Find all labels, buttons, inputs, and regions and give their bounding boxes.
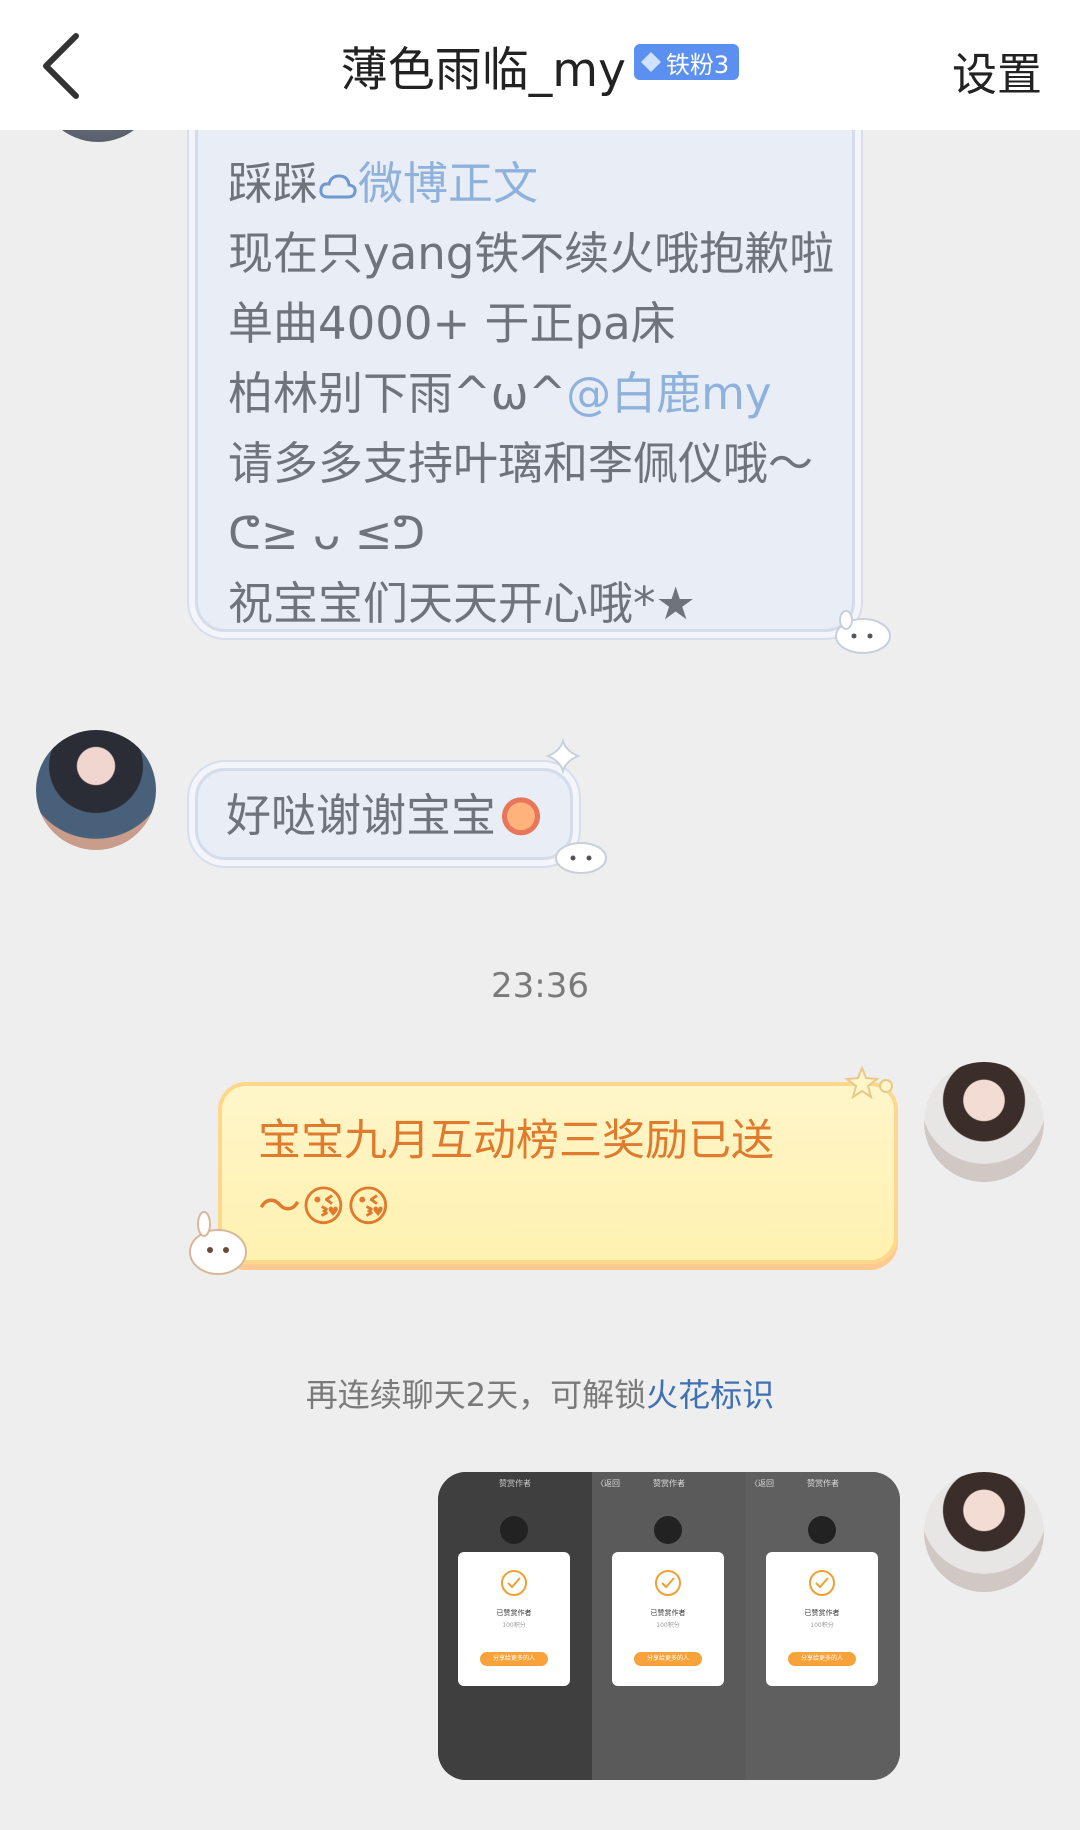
message-bubble-incoming[interactable]: 好哒谢谢宝宝 [195,768,573,860]
weibo-link-icon [319,174,357,199]
contact-avatar[interactable] [36,730,156,850]
message-text: 好哒谢谢宝宝 [226,779,570,853]
screenshot-panel: 〈返回 赞赏作者 已赞赏作者 100积分 分享给更多的人 [592,1472,746,1780]
system-hint: 再连续聊天2天，可解锁火花标识 [0,1370,1080,1416]
panel-avatar [654,1516,682,1544]
reward-modal: 已赞赏作者 100积分 分享给更多的人 [612,1552,724,1686]
fan-level-label: 铁粉3 [665,50,730,79]
top-bar: 薄色雨临_my 铁粉3 设置 [0,0,1080,130]
message-text: ～😘😘 [258,1182,391,1232]
message-line: 请多多支持叶璃和李佩仪哦～ [228,437,814,490]
chat-title: 薄色雨临_my [340,42,626,98]
modal-button: 分享给更多的人 [788,1652,856,1666]
panel-title: 赞赏作者 [499,1479,531,1488]
spark-badge-link[interactable]: 火花标识 [646,1376,774,1414]
system-hint-text: 再连续聊天2天，可解锁 [305,1376,647,1414]
modal-title: 已赞赏作者 [804,1609,840,1617]
check-circle-icon [655,1570,681,1596]
modal-title: 已赞赏作者 [650,1609,686,1617]
check-circle-icon [501,1570,527,1596]
screenshot-panel: 〈返回 赞赏作者 已赞赏作者 100积分 分享给更多的人 [746,1472,900,1780]
modal-button: 分享给更多的人 [480,1652,548,1666]
message-bubble-incoming[interactable]: 踩踩 微博正文 现在只yang铁不续火哦抱歉啦 单曲4000+ 于正pa床 柏林别… [195,110,855,632]
back-arrow-icon[interactable] [36,30,96,102]
screenshot-panel: 赞赏作者 已赞赏作者 100积分 分享给更多的人 [438,1472,592,1780]
reward-modal: 已赞赏作者 100积分 分享给更多的人 [458,1552,570,1686]
message-text: 宝宝九月互动榜三奖励已送 [258,1116,774,1166]
image-message[interactable]: 赞赏作者 已赞赏作者 100积分 分享给更多的人 〈返回 赞赏作者 已赞赏作者 … [438,1472,900,1780]
bubble-decoration-icon [545,738,581,774]
panel-avatar [500,1516,528,1544]
bubble-decoration-icon [835,610,891,654]
message-line: 柏林别下雨^ω^@白鹿my [228,367,772,420]
message-line: 现在只yang铁不续火哦抱歉啦 [228,227,835,280]
panel-title: 赞赏作者 [653,1479,685,1488]
modal-sub: 100积分 [810,1622,834,1629]
settings-button[interactable]: 设置 [952,38,1042,103]
message-line: ᕦ≥ ᴗ ≤ᕤ [228,507,426,560]
mention-link[interactable]: @白鹿my [566,367,771,420]
reward-modal: 已赞赏作者 100积分 分享给更多的人 [766,1552,878,1686]
fan-level-badge: 铁粉3 [633,44,740,80]
bubble-decoration-icon [555,842,607,874]
panel-title: 赞赏作者 [807,1479,839,1488]
my-avatar[interactable] [924,1472,1044,1592]
my-avatar[interactable] [924,1062,1044,1182]
emoji-sticker [498,791,545,837]
panel-avatar [808,1516,836,1544]
bubble-decoration-icon [189,1211,247,1275]
modal-sub: 100积分 [502,1622,526,1629]
modal-sub: 100积分 [656,1622,680,1629]
message-line: 踩踩 微博正文 [228,157,539,210]
message-line: 祝宝宝们天天开心哦*★ [228,577,696,630]
modal-title: 已赞赏作者 [496,1609,532,1617]
weibo-post-link[interactable]: 微博正文 [358,157,538,210]
check-circle-icon [809,1570,835,1596]
modal-button: 分享给更多的人 [634,1652,702,1666]
timestamp: 23:36 [491,966,589,1006]
star-decoration-icon [844,1065,893,1100]
diamond-icon [640,52,661,72]
message-line: 单曲4000+ 于正pa床 [228,297,676,350]
message-bubble-outgoing[interactable]: 宝宝九月互动榜三奖励已送 ～😘😘 [218,1082,898,1264]
